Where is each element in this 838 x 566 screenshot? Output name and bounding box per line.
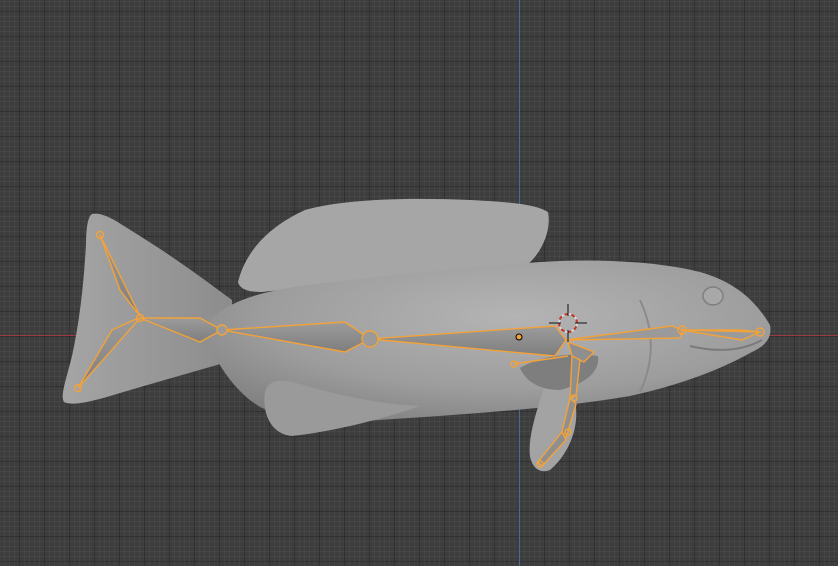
joint-spine-1[interactable] xyxy=(216,324,228,336)
3d-viewport[interactable] xyxy=(0,0,838,566)
viewport-scene[interactable] xyxy=(0,0,838,566)
joint-spine-2[interactable] xyxy=(361,330,379,348)
object-origin xyxy=(515,333,523,341)
fish-eye xyxy=(702,286,724,306)
